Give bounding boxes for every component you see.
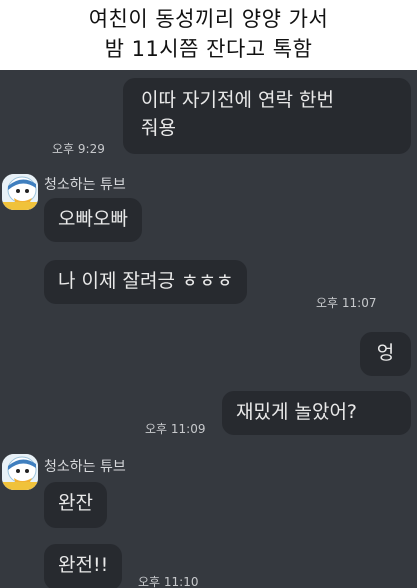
sender-name: 청소하는 튜브 — [44, 459, 126, 475]
caption-line-2: 밤 11시쯤 잔다고 톡함 — [104, 37, 313, 61]
message-time: 오후 9:29 — [52, 142, 105, 156]
sent-message-bubble[interactable]: 엉 — [360, 332, 411, 376]
message-time: 오후 11:10 — [138, 575, 199, 588]
message-time: 오후 11:09 — [145, 422, 206, 436]
sender-name: 청소하는 튜브 — [44, 177, 126, 193]
chat-area[interactable]: 이따 자기전에 연락 한번 줘용 오후 9:29 청소하는 튜브 오빠오빠 나 … — [0, 70, 417, 588]
caption-line-1: 여친이 동성끼리 양양 가서 — [88, 7, 329, 31]
tube-duck-avatar-icon — [2, 454, 38, 490]
received-message-bubble[interactable]: 완잔 — [44, 482, 107, 528]
tube-duck-avatar-icon — [2, 174, 38, 210]
received-message-bubble[interactable]: 완전!! — [44, 544, 123, 588]
caption: 여친이 동성끼리 양양 가서 밤 11시쯤 잔다고 톡함 — [0, 0, 417, 70]
avatar[interactable] — [2, 454, 38, 490]
received-message-bubble[interactable]: 오빠오빠 — [44, 198, 142, 242]
sent-message-bubble[interactable]: 재밌게 놀았어? — [222, 391, 411, 435]
avatar[interactable] — [2, 174, 38, 210]
sent-message-bubble[interactable]: 이따 자기전에 연락 한번 줘용 — [123, 78, 411, 154]
received-message-bubble[interactable]: 나 이제 잘려긍 ㅎㅎㅎ — [44, 260, 248, 304]
message-time: 오후 11:07 — [316, 296, 377, 310]
